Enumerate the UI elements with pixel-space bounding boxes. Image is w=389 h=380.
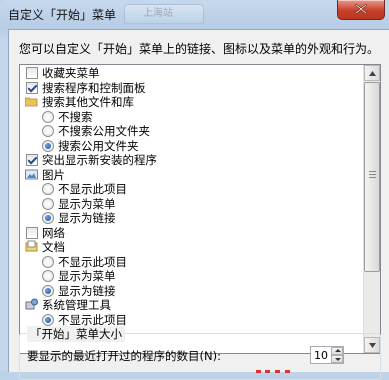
background-window-tab: 上海站	[124, 4, 204, 24]
option-label: 显示为菜单	[58, 196, 116, 211]
option-label: 不显示此项目	[58, 312, 127, 327]
recent-programs-stepper[interactable]: 10	[310, 346, 344, 364]
option-label: 系统管理工具	[42, 298, 111, 312]
dialog-client-area: 您可以自定义「开始」菜单上的链接、图标以及菜单的外观和行为。 收藏夹菜单 搜索程序…	[8, 29, 389, 380]
option-label: 不搜索公用文件夹	[58, 124, 150, 138]
option-label: 显示为链接	[58, 283, 116, 298]
option-label: 显示为链接	[58, 211, 116, 225]
option-label: 文档	[42, 240, 65, 254]
dialog-description: 您可以自定义「开始」菜单上的链接、图标以及菜单的外观和行为。	[19, 42, 380, 56]
scroll-up-button[interactable]	[364, 65, 380, 81]
radio-button[interactable]	[42, 110, 54, 123]
checkbox[interactable]	[26, 81, 38, 94]
option-label: 搜索程序和控制面板	[42, 80, 146, 95]
radio-button[interactable]	[42, 212, 54, 224]
radio-button[interactable]	[42, 139, 54, 152]
option-label: 显示为菜单	[58, 269, 116, 283]
option-label: 搜索其他文件和库	[42, 95, 134, 109]
scrollbar-thumb[interactable]	[364, 82, 380, 272]
recent-programs-value[interactable]: 10	[314, 349, 328, 362]
close-icon	[355, 4, 367, 14]
option-label: 突出显示新安装的程序	[42, 153, 157, 167]
radio-button[interactable]	[42, 125, 54, 137]
option-label: 搜索公用文件夹	[58, 138, 139, 153]
option-label: 收藏夹菜单	[42, 66, 100, 80]
arrow-up-icon	[369, 71, 376, 76]
window-title: 自定义「开始」菜单	[8, 8, 117, 22]
radio-button[interactable]	[42, 197, 54, 210]
option-label: 不搜索	[58, 109, 93, 124]
option-label: 网络	[42, 225, 65, 240]
close-button[interactable]	[337, 0, 385, 20]
start-menu-size-title: 「开始」菜单大小	[27, 326, 125, 342]
checkbox[interactable]	[26, 154, 38, 166]
admin-tools-icon	[25, 298, 38, 311]
option-label: 不显示此项目	[58, 182, 127, 196]
pictures-icon	[25, 168, 38, 181]
customize-start-menu-window: 自定义「开始」菜单 上海站 您可以自定义「开始」菜单上的链接、图标以及菜单的外观…	[0, 0, 389, 380]
recent-programs-label: 要显示的最近打开过的程序的数目(N):	[27, 349, 221, 363]
radio-button[interactable]	[42, 255, 54, 268]
option-label: 不显示此项目	[58, 254, 127, 269]
start-menu-options-list[interactable]: 收藏夹菜单 搜索程序和控制面板 搜索其他文件和库 不搜索 不搜索公用文件夹 搜索公用文件夹…	[19, 64, 381, 354]
radio-button[interactable]	[42, 313, 54, 326]
checkbox[interactable]	[26, 226, 38, 239]
option-label: 图片	[42, 167, 65, 182]
title-bar[interactable]: 自定义「开始」菜单 上海站	[0, 0, 389, 28]
vertical-scrollbar[interactable]	[363, 65, 380, 353]
stepper-up-button[interactable]	[331, 347, 343, 355]
scrollbar-grip-icon	[369, 171, 376, 172]
radio-button[interactable]	[42, 270, 54, 282]
radio-button[interactable]	[42, 183, 54, 195]
documents-icon	[25, 240, 38, 253]
stepper-down-button[interactable]	[331, 355, 343, 363]
folder-icon	[24, 95, 38, 108]
radio-button[interactable]	[42, 284, 54, 297]
checkbox[interactable]	[26, 67, 38, 79]
